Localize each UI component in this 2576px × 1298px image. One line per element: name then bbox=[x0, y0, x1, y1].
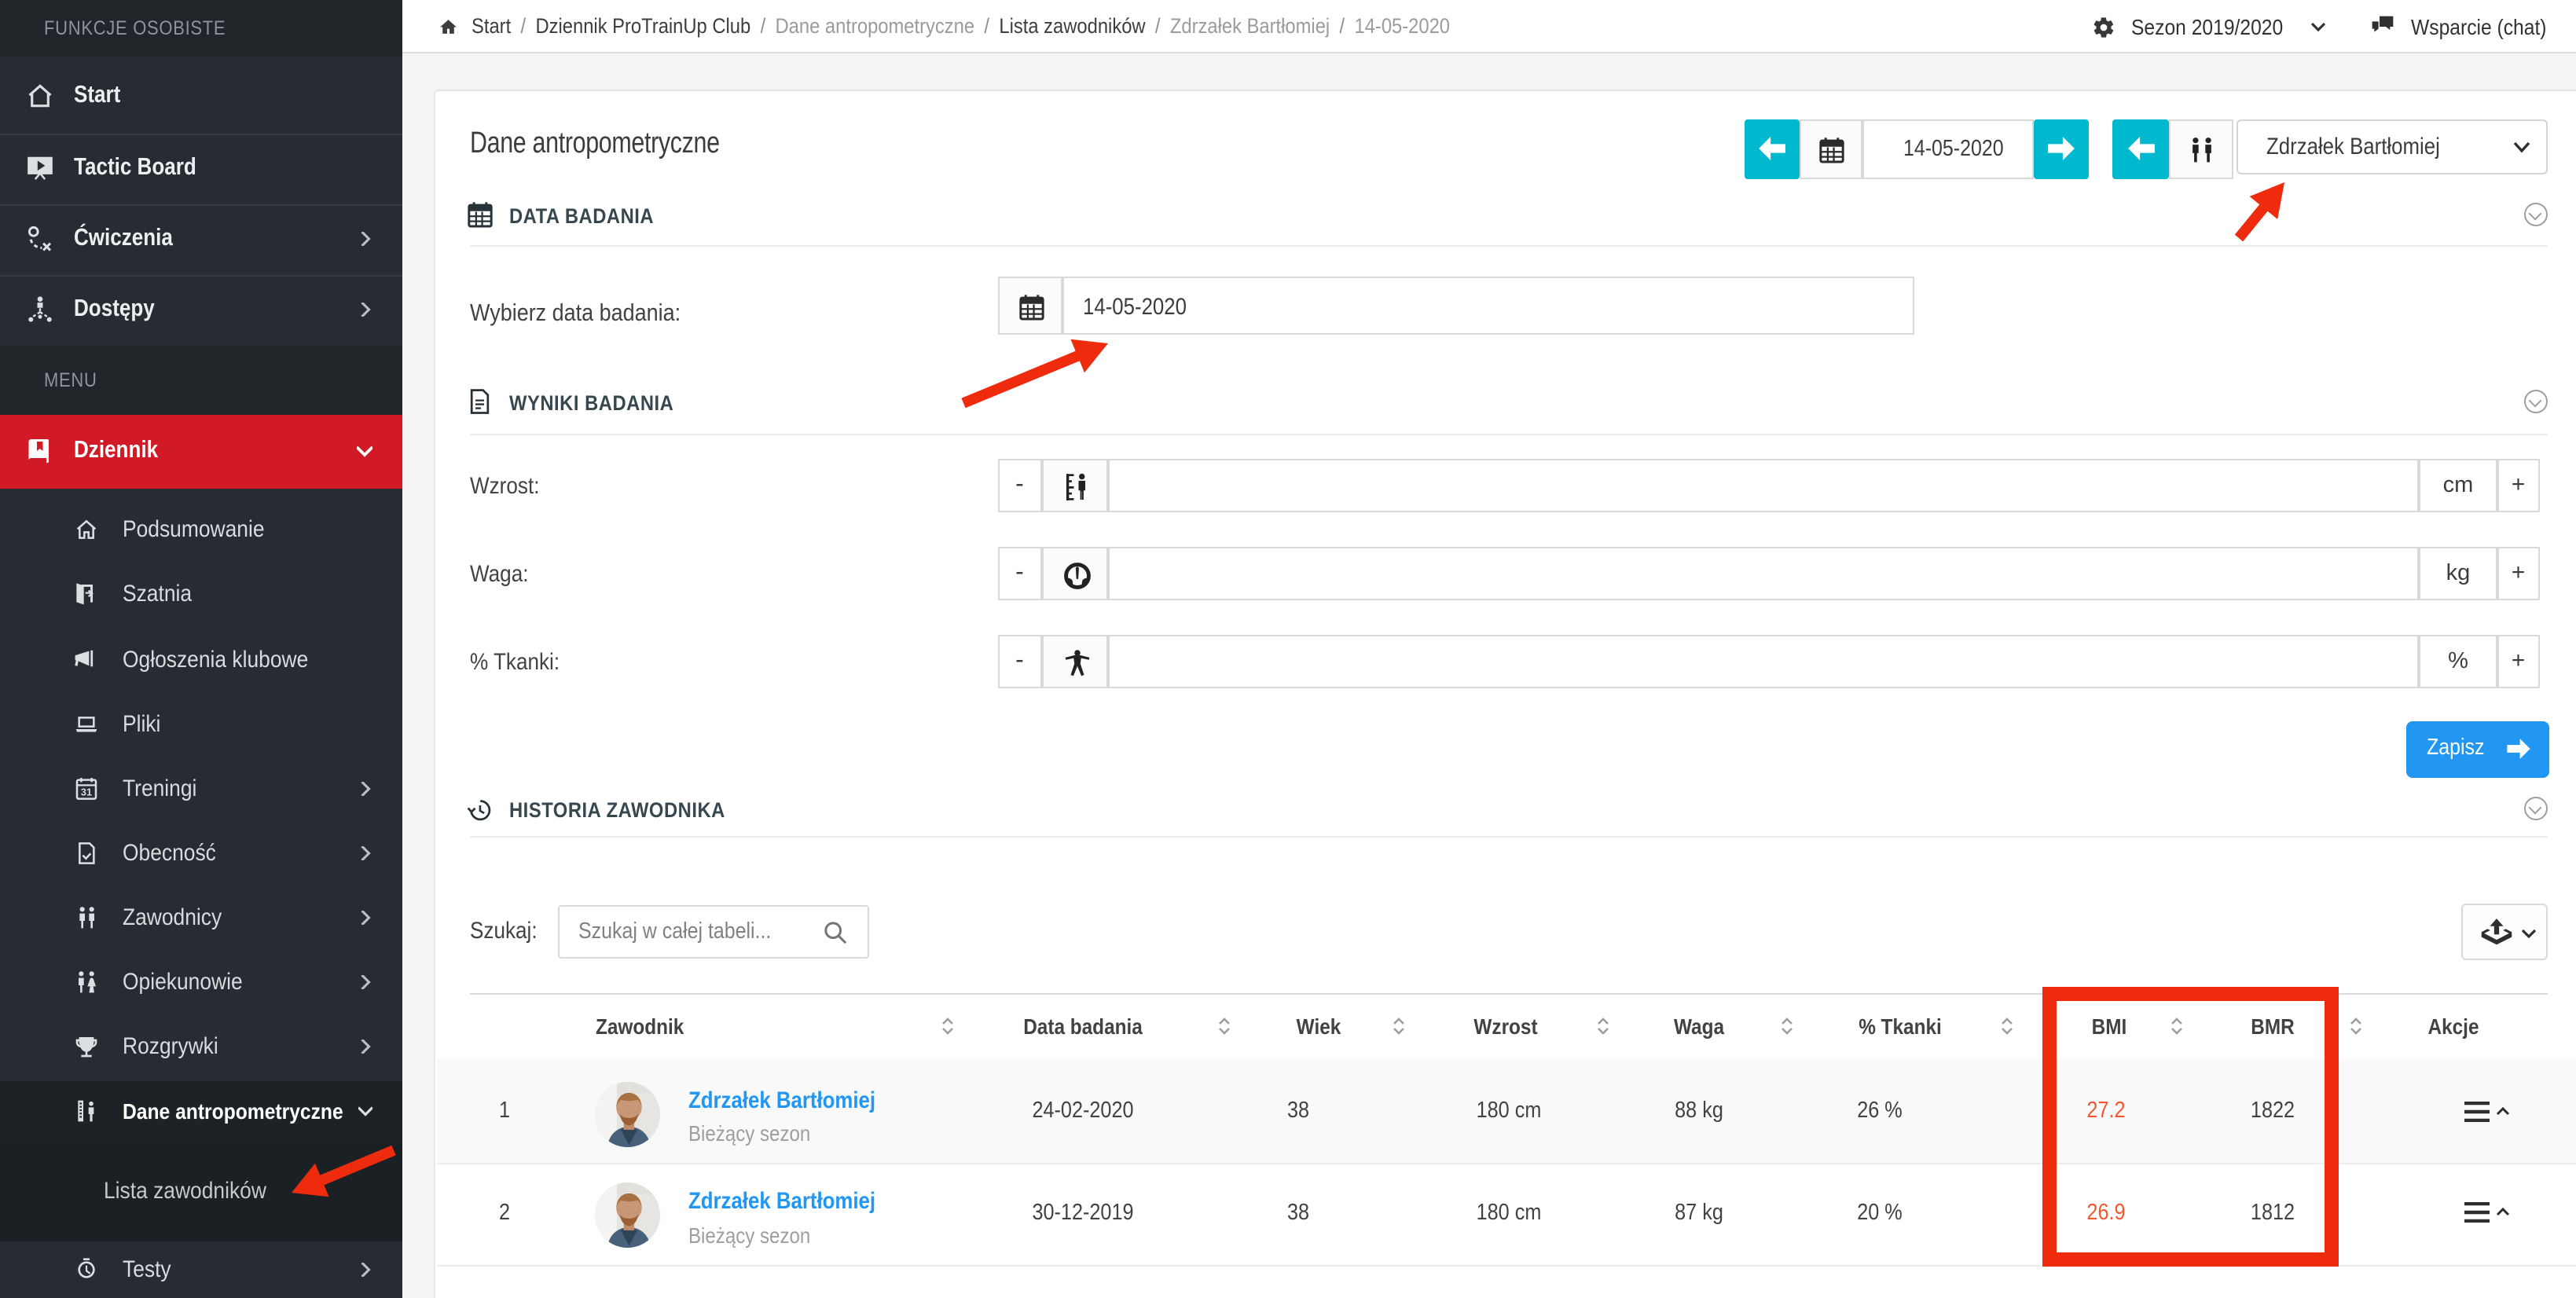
svg-text:31: 31 bbox=[81, 787, 92, 798]
